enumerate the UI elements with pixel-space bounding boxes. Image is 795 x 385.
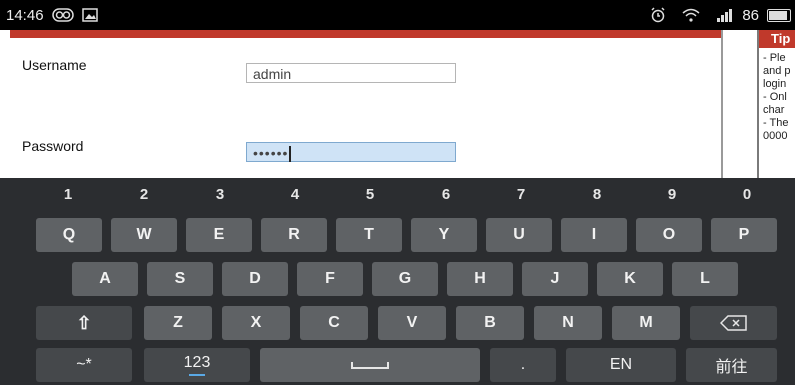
key-j[interactable]: J bbox=[522, 262, 588, 296]
key-u[interactable]: U bbox=[486, 218, 552, 252]
username-field[interactable]: admin bbox=[246, 63, 456, 83]
language-key[interactable]: EN bbox=[566, 348, 676, 382]
period-label: . bbox=[520, 356, 526, 373]
password-label: Password bbox=[22, 138, 84, 154]
signal-icon bbox=[716, 8, 734, 22]
key-r[interactable]: R bbox=[261, 218, 327, 252]
password-value: •••••• bbox=[253, 145, 289, 161]
tip-line: - Onl bbox=[763, 91, 787, 103]
key-m[interactable]: M bbox=[612, 306, 680, 340]
tip-line: login bbox=[763, 78, 787, 90]
key-f[interactable]: F bbox=[297, 262, 363, 296]
tip-line: and p bbox=[763, 65, 791, 77]
tips-title: Tip bbox=[759, 30, 795, 48]
backspace-icon bbox=[719, 315, 747, 331]
symbols-key[interactable]: ~* bbox=[36, 348, 132, 382]
key-y[interactable]: Y bbox=[411, 218, 477, 252]
key-q[interactable]: Q bbox=[36, 218, 102, 252]
key-num-3[interactable]: 3 bbox=[208, 186, 232, 203]
key-num-5[interactable]: 5 bbox=[358, 186, 382, 203]
wifi-icon bbox=[682, 8, 700, 22]
key-num-9[interactable]: 9 bbox=[660, 186, 684, 203]
key-num-4[interactable]: 4 bbox=[283, 186, 307, 203]
key-num-6[interactable]: 6 bbox=[434, 186, 458, 203]
key-num-0[interactable]: 0 bbox=[735, 186, 759, 203]
numbers-underline bbox=[189, 374, 205, 376]
status-time: 14:46 bbox=[6, 6, 44, 24]
symbols-label: ~* bbox=[76, 356, 92, 373]
period-key[interactable]: . bbox=[490, 348, 556, 382]
key-t[interactable]: T bbox=[336, 218, 402, 252]
tip-line: 0000 bbox=[763, 130, 788, 142]
language-label: EN bbox=[609, 356, 633, 373]
key-num-8[interactable]: 8 bbox=[585, 186, 609, 203]
soft-keyboard: 1 2 3 4 5 6 7 8 9 0 Q W E R T Y U I O P … bbox=[0, 178, 795, 385]
alarm-icon bbox=[650, 7, 666, 23]
key-h[interactable]: H bbox=[447, 262, 513, 296]
space-key[interactable] bbox=[260, 348, 480, 382]
status-bar: 14:46 86 bbox=[0, 0, 795, 30]
key-num-1[interactable]: 1 bbox=[56, 186, 80, 203]
text-cursor bbox=[289, 146, 292, 163]
username-label: Username bbox=[22, 57, 87, 73]
battery-icon bbox=[767, 8, 791, 22]
go-key[interactable]: 前往 bbox=[686, 348, 777, 382]
numbers-label: 123 bbox=[183, 354, 211, 371]
key-c[interactable]: C bbox=[300, 306, 368, 340]
go-label: 前往 bbox=[715, 359, 748, 376]
tip-line: - Ple bbox=[763, 52, 786, 64]
frame-divider bbox=[721, 30, 723, 178]
numbers-key[interactable]: 123 bbox=[144, 348, 250, 382]
key-p[interactable]: P bbox=[711, 218, 777, 252]
key-a[interactable]: A bbox=[72, 262, 138, 296]
key-num-7[interactable]: 7 bbox=[509, 186, 533, 203]
key-z[interactable]: Z bbox=[144, 306, 212, 340]
key-d[interactable]: D bbox=[222, 262, 288, 296]
shift-key[interactable]: ⇧ bbox=[36, 306, 132, 340]
key-g[interactable]: G bbox=[372, 262, 438, 296]
tip-line: - The bbox=[763, 117, 789, 129]
key-n[interactable]: N bbox=[534, 306, 602, 340]
key-e[interactable]: E bbox=[186, 218, 252, 252]
key-l[interactable]: L bbox=[672, 262, 738, 296]
space-icon bbox=[351, 362, 389, 369]
header-accent-bar bbox=[10, 30, 722, 38]
shift-icon: ⇧ bbox=[76, 312, 92, 333]
key-w[interactable]: W bbox=[111, 218, 177, 252]
infinity-icon bbox=[51, 8, 74, 22]
login-page: Username admin Password •••••• Tip - Ple… bbox=[0, 30, 795, 178]
key-s[interactable]: S bbox=[147, 262, 213, 296]
battery-level: 86 bbox=[742, 6, 759, 24]
password-field[interactable]: •••••• bbox=[246, 142, 456, 163]
key-o[interactable]: O bbox=[636, 218, 702, 252]
tip-line: char bbox=[763, 104, 785, 116]
key-v[interactable]: V bbox=[378, 306, 446, 340]
key-b[interactable]: B bbox=[456, 306, 524, 340]
key-k[interactable]: K bbox=[597, 262, 663, 296]
backspace-key[interactable] bbox=[690, 306, 777, 340]
key-x[interactable]: X bbox=[222, 306, 290, 340]
image-icon bbox=[81, 8, 98, 22]
key-i[interactable]: I bbox=[561, 218, 627, 252]
key-num-2[interactable]: 2 bbox=[132, 186, 156, 203]
tips-panel: Tip - Ple and p login - Onl char - The 0… bbox=[757, 30, 795, 178]
